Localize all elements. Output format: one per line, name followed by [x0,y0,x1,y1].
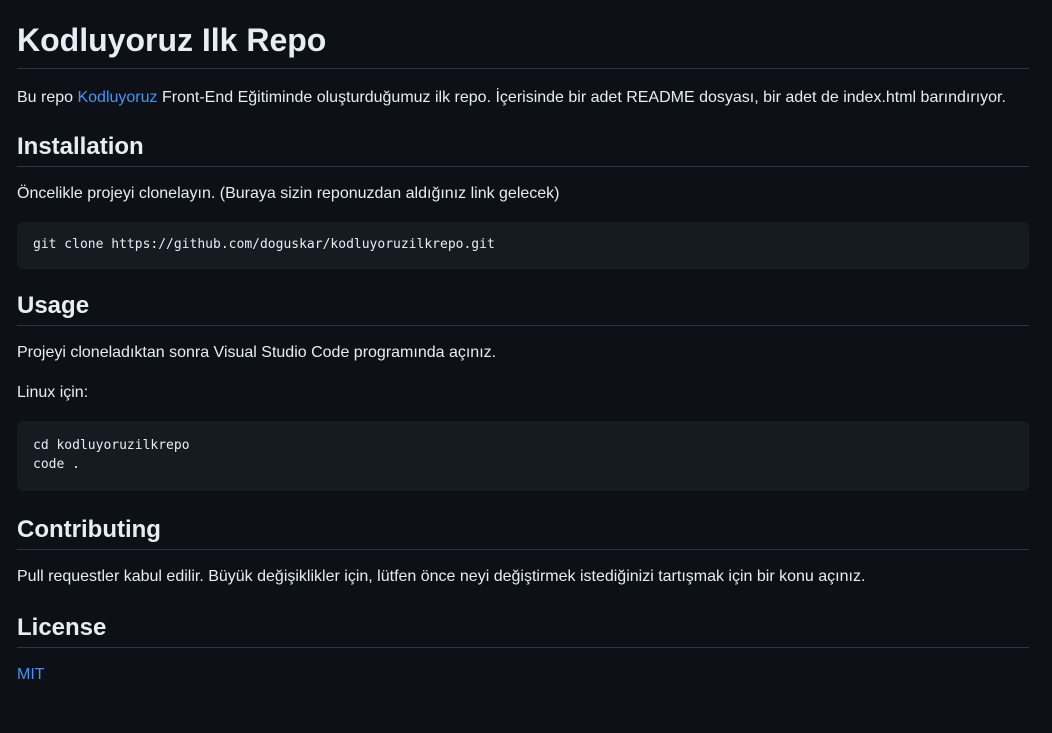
intro-text-after: Front-End Eğitiminde oluşturduğumuz ilk … [157,89,1006,106]
usage-text: Projeyi cloneladıktan sonra Visual Studi… [17,343,497,361]
usage-code-block[interactable]: cd kodluyoruzilkrepo code . [17,420,1029,491]
contributing-heading: Contributing [17,515,1029,550]
installation-code-block[interactable]: git clone https://github.com/doguskar/ko… [17,222,1029,269]
installation-text: Öncelikle projeyi clonelayın. (Buraya si… [17,185,560,202]
contributing-text: Pull requestler kabul edilir. Büyük deği… [17,567,866,585]
mit-license-link[interactable]: MIT [17,666,45,683]
page-title: Kodluyoruz Ilk Repo [17,0,1029,69]
readme-content: Kodluyoruz Ilk Repo Bu repo Kodluyoruz F… [0,0,1052,687]
intro-paragraph: Bu repo Kodluyoruz Front-End Eğitiminde … [17,85,1029,110]
license-heading: License [17,613,1029,648]
installation-heading: Installation [17,132,1029,167]
usage-heading: Usage [17,291,1029,326]
intro-text-before: Bu repo [17,89,78,106]
linux-label: Linux için: [17,383,89,401]
kodluyoruz-link[interactable]: Kodluyoruz [77,89,157,106]
license-paragraph: MIT [17,663,1029,687]
